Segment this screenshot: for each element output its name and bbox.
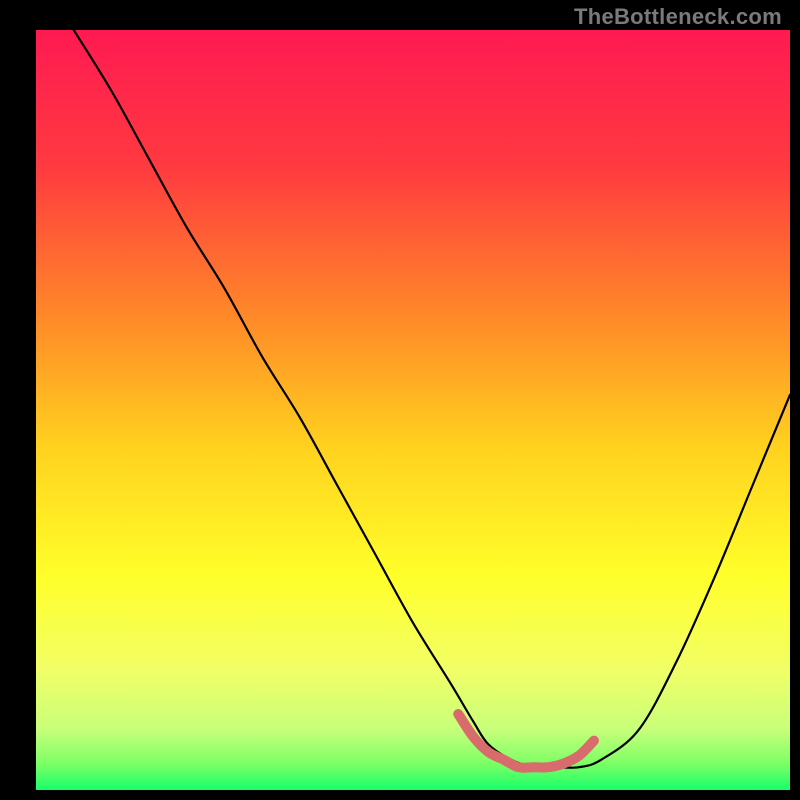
watermark-text: TheBottleneck.com: [574, 4, 782, 30]
chart-frame: TheBottleneck.com: [0, 0, 800, 800]
gradient-background: [36, 30, 790, 790]
chart-svg: [0, 0, 800, 800]
